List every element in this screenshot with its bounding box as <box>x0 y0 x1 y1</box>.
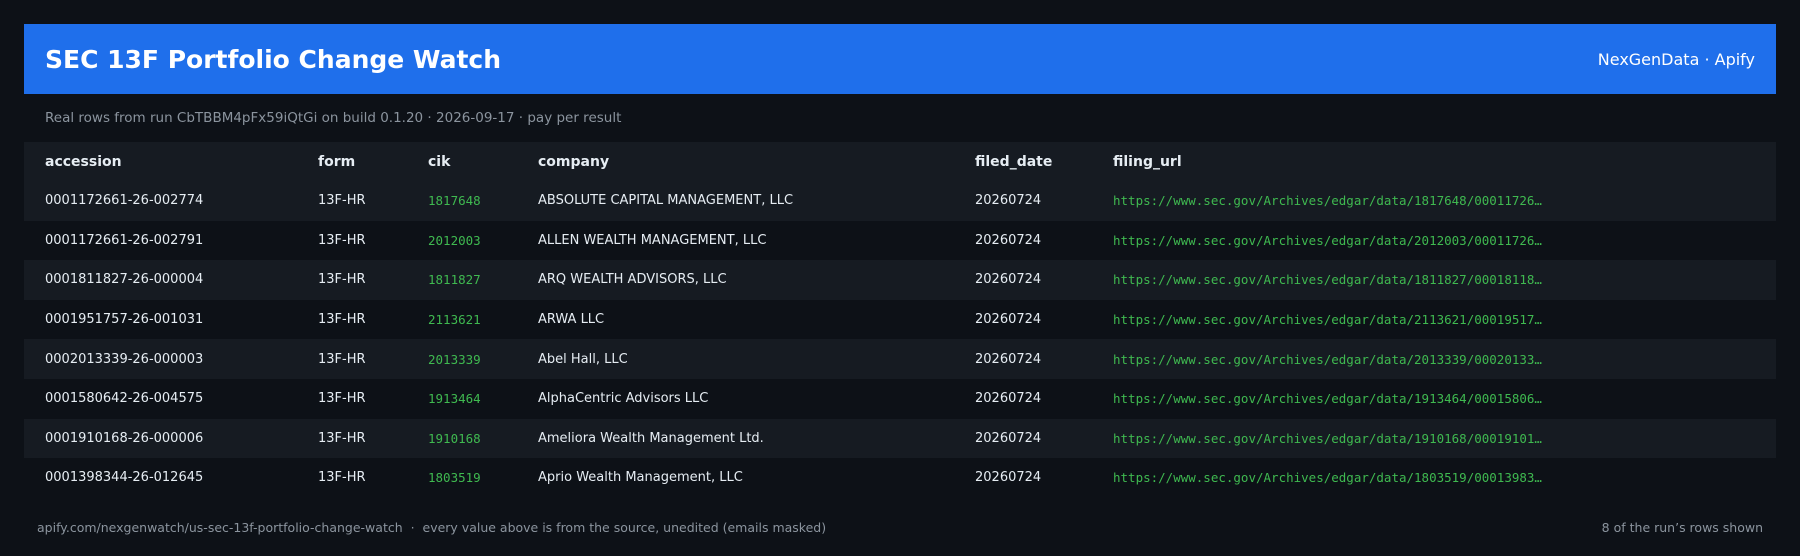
company-cell: Aprio Wealth Management, LLC <box>538 470 743 486</box>
cik-cell: 2012003 <box>428 232 481 248</box>
cik-cell: 1811827 <box>428 272 481 288</box>
filed-date-cell: 20260724 <box>975 430 1042 446</box>
report-container: SEC 13F Portfolio Change Watch NexGenDat… <box>24 24 1776 498</box>
form-cell: 13F-HR <box>318 351 366 367</box>
accession-cell: 0001811827-26-000004 <box>45 272 204 288</box>
table-row: 0001580642-26-004575 13F-HR 1913464 Alph… <box>24 378 1776 419</box>
brand-label: NexGenData · Apify <box>1597 49 1755 69</box>
results-table: accession form cik company filed_date fi… <box>24 142 1776 498</box>
table-row: 0001910168-26-000006 13F-HR 1910168 Amel… <box>24 418 1776 459</box>
filed-date-cell: 20260724 <box>975 351 1042 367</box>
accession-cell: 0002013339-26-000003 <box>45 351 204 367</box>
column-header-filing-url[interactable]: filing_url <box>1092 142 1776 181</box>
run-info: Real rows from run CbTBBM4pFx59iQtGi on … <box>45 110 622 126</box>
filed-date-cell: 20260724 <box>975 391 1042 407</box>
table-row: 0001172661-26-002774 13F-HR 1817648 ABSO… <box>24 181 1776 221</box>
form-cell: 13F-HR <box>318 312 366 328</box>
cik-cell: 1817648 <box>428 193 481 209</box>
column-header-cik[interactable]: cik <box>407 142 517 181</box>
cik-cell: 1913464 <box>428 391 481 407</box>
table-row: 0001951757-26-001031 13F-HR 2113621 ARWA… <box>24 299 1776 340</box>
table-row: 0001398344-26-012645 13F-HR 1803519 Apri… <box>24 458 1776 498</box>
column-header-form[interactable]: form <box>297 142 407 181</box>
accession-cell: 0001172661-26-002774 <box>45 193 204 209</box>
form-cell: 13F-HR <box>318 430 366 446</box>
accession-cell: 0001910168-26-000006 <box>45 430 204 446</box>
company-cell: ALLEN WEALTH MANAGEMENT, LLC <box>538 232 767 248</box>
form-cell: 13F-HR <box>318 470 366 486</box>
filed-date-cell: 20260724 <box>975 272 1042 288</box>
form-cell: 13F-HR <box>318 232 366 248</box>
accession-cell: 0001172661-26-002791 <box>45 232 204 248</box>
table-header-row: accession form cik company filed_date fi… <box>24 142 1776 181</box>
filed-date-cell: 20260724 <box>975 312 1042 328</box>
filing-url-link[interactable]: https://www.sec.gov/Archives/edgar/data/… <box>1092 221 1776 261</box>
column-header-company[interactable]: company <box>517 142 954 181</box>
cik-cell: 1910168 <box>428 430 481 446</box>
cik-cell: 2013339 <box>428 351 481 367</box>
header-banner: SEC 13F Portfolio Change Watch NexGenDat… <box>24 24 1776 94</box>
company-cell: AlphaCentric Advisors LLC <box>538 391 709 407</box>
filing-url-link[interactable]: https://www.sec.gov/Archives/edgar/data/… <box>1092 458 1776 498</box>
filing-url-link[interactable]: https://www.sec.gov/Archives/edgar/data/… <box>1092 339 1776 379</box>
table-row: 0001172661-26-002791 13F-HR 2012003 ALLE… <box>24 220 1776 261</box>
filing-url-link[interactable]: https://www.sec.gov/Archives/edgar/data/… <box>1092 379 1776 419</box>
accession-cell: 0001398344-26-012645 <box>45 470 204 486</box>
company-cell: Abel Hall, LLC <box>538 351 628 367</box>
filed-date-cell: 20260724 <box>975 193 1042 209</box>
table-row: 0001811827-26-000004 13F-HR 1811827 ARQ … <box>24 260 1776 300</box>
cik-cell: 2113621 <box>428 312 481 328</box>
filed-date-cell: 20260724 <box>975 232 1042 248</box>
footer: apify.com/nexgenwatch/us-sec-13f-portfol… <box>37 520 1763 535</box>
accession-cell: 0001951757-26-001031 <box>45 312 204 328</box>
filing-url-link[interactable]: https://www.sec.gov/Archives/edgar/data/… <box>1092 260 1776 300</box>
table-row: 0002013339-26-000003 13F-HR 2013339 Abel… <box>24 339 1776 379</box>
filed-date-cell: 20260724 <box>975 470 1042 486</box>
cik-cell: 1803519 <box>428 470 481 486</box>
footer-source-note: apify.com/nexgenwatch/us-sec-13f-portfol… <box>37 520 827 535</box>
form-cell: 13F-HR <box>318 272 366 288</box>
filing-url-link[interactable]: https://www.sec.gov/Archives/edgar/data/… <box>1092 181 1776 221</box>
column-header-filed-date[interactable]: filed_date <box>954 142 1092 181</box>
accession-cell: 0001580642-26-004575 <box>45 391 204 407</box>
company-cell: ARQ WEALTH ADVISORS, LLC <box>538 272 727 288</box>
company-cell: ABSOLUTE CAPITAL MANAGEMENT, LLC <box>538 193 794 209</box>
page-title: SEC 13F Portfolio Change Watch <box>45 44 502 74</box>
company-cell: ARWA LLC <box>538 312 605 328</box>
filing-url-link[interactable]: https://www.sec.gov/Archives/edgar/data/… <box>1092 300 1776 340</box>
company-cell: Ameliora Wealth Management Ltd. <box>538 430 764 446</box>
footer-row-count: 8 of the run’s rows shown <box>1601 520 1763 535</box>
filing-url-link[interactable]: https://www.sec.gov/Archives/edgar/data/… <box>1092 419 1776 459</box>
column-header-accession[interactable]: accession <box>24 142 297 181</box>
form-cell: 13F-HR <box>318 193 366 209</box>
form-cell: 13F-HR <box>318 391 366 407</box>
